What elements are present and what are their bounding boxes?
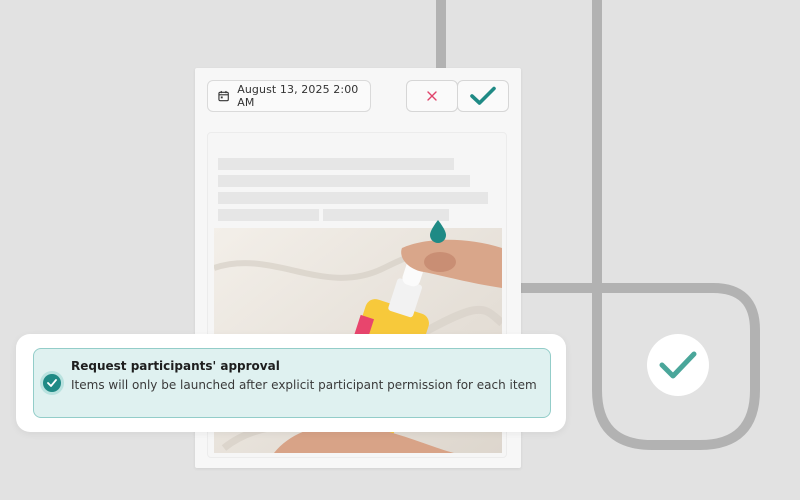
request-approval-option[interactable]: Request participants' approval Items wil…	[33, 348, 551, 418]
check-icon	[659, 351, 697, 379]
reject-button[interactable]	[406, 80, 458, 112]
check-icon	[470, 86, 496, 105]
text-placeholder-line	[218, 209, 319, 221]
text-placeholder-line	[218, 192, 488, 204]
check-icon	[47, 379, 57, 387]
approval-option-title: Request participants' approval	[71, 359, 280, 373]
approve-button[interactable]	[457, 80, 509, 112]
schedule-date-label: August 13, 2025 2:00 AM	[237, 83, 359, 109]
text-placeholder-line	[218, 175, 470, 187]
approval-setting-panel: Request participants' approval Items wil…	[16, 334, 566, 432]
approval-option-description: Items will only be launched after explic…	[71, 378, 537, 392]
close-icon	[427, 91, 437, 101]
schedule-date-picker[interactable]: August 13, 2025 2:00 AM	[207, 80, 371, 112]
droplet-icon	[430, 220, 446, 243]
calendar-icon	[218, 90, 229, 102]
approval-checkbox[interactable]	[43, 374, 61, 392]
text-placeholder-line	[218, 158, 454, 170]
approved-status-badge	[647, 334, 709, 396]
